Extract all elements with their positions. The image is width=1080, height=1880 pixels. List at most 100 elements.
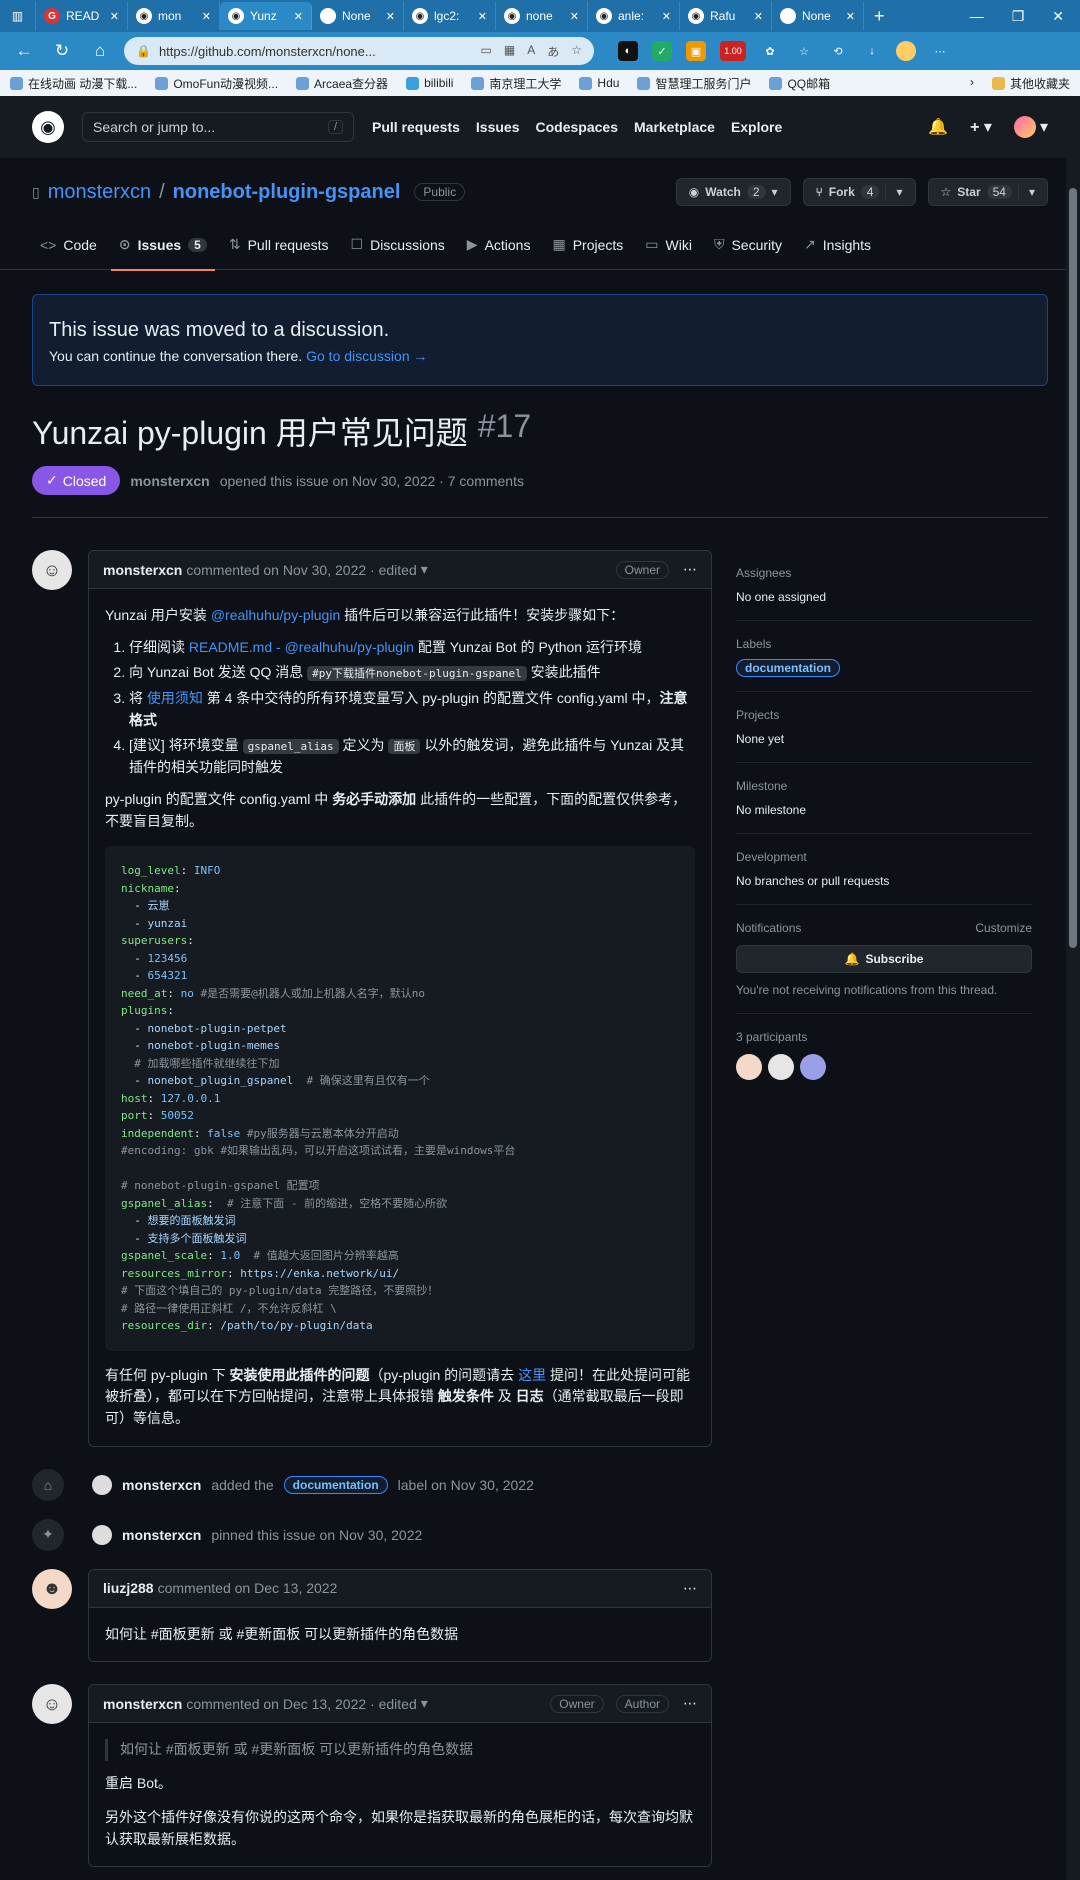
translate-icon[interactable]: あ [547,43,559,60]
avatar[interactable]: ☺ [32,550,72,590]
assignees-heading[interactable]: Assignees [736,566,1032,580]
comment-author[interactable]: monsterxcn [103,562,182,578]
label-documentation[interactable]: documentation [283,1475,388,1494]
labels-heading[interactable]: Labels [736,637,1032,651]
tab-projects[interactable]: ▦ Projects [544,220,631,270]
usage-notes-link[interactable]: 使用须知 [147,690,203,706]
bookmark[interactable]: OmoFun动漫视频... [155,75,278,92]
mention-link[interactable]: @realhuhu/py-plugin [211,607,340,623]
browser-tab[interactable]: ◉ lgc2: ✕ [404,2,496,30]
bookmark[interactable]: Hdu [579,76,619,90]
tab-insights[interactable]: ↗ Insights [796,220,879,270]
chevron-right-icon[interactable]: › [970,75,974,92]
close-icon[interactable]: ✕ [662,10,671,23]
nav-explore[interactable]: Explore [731,119,782,135]
nav-marketplace[interactable]: Marketplace [634,119,715,135]
github-logo-icon[interactable]: ◉ [32,111,64,143]
bookmark[interactable]: 智慧理工服务门户 [637,75,751,92]
event-actor[interactable]: monsterxcn [122,1477,201,1493]
bookmark[interactable]: QQ邮箱 [769,75,830,92]
browser-tab-active[interactable]: ◉ Yunz ✕ [220,2,312,30]
grid-icon[interactable]: ▦ [504,43,515,60]
development-heading[interactable]: Development [736,850,1032,864]
download-icon[interactable]: ↓ [862,41,882,61]
watch-button[interactable]: ◉ Watch 2 ▾ [675,178,791,206]
tab-pull-requests[interactable]: ⇅ Pull requests [221,220,337,270]
read-aloud-icon[interactable]: A [527,43,535,60]
search-input[interactable]: Search or jump to... / [82,112,354,142]
close-icon[interactable]: ✕ [110,10,119,23]
avatar[interactable] [800,1054,826,1080]
label-documentation[interactable]: documentation [736,659,840,677]
extensions-icon[interactable]: ✿ [760,41,780,61]
tab-wiki[interactable]: ▭ Wiki [637,220,700,270]
more-icon[interactable]: ⋯ [930,41,950,61]
close-icon[interactable]: ✕ [294,10,303,23]
bookmark-folder[interactable]: 其他收藏夹 [991,75,1070,92]
here-link[interactable]: 这里 [518,1367,546,1383]
tab-code[interactable]: <> Code [32,220,105,270]
chevron-down-icon[interactable]: ▾ [421,1695,428,1712]
bookmark[interactable]: 在线动画 动漫下载... [10,75,137,92]
extension-icon[interactable]: ▣ [686,41,706,61]
browser-tab[interactable]: ◉ mon ✕ [128,2,220,30]
user-menu[interactable]: ▾ [1013,116,1048,138]
profile-avatar[interactable] [896,41,916,61]
new-tab-icon[interactable]: + [864,6,895,27]
nav-issues[interactable]: Issues [476,119,520,135]
favorites-icon[interactable]: ☆ [794,41,814,61]
chevron-down-icon[interactable]: ▾ [1017,185,1035,199]
issue-author-link[interactable]: monsterxcn [130,473,209,489]
close-icon[interactable]: ✕ [478,10,487,23]
nav-codespaces[interactable]: Codespaces [536,119,618,135]
favorite-add-icon[interactable]: ☆ [571,43,582,60]
home-icon[interactable]: ⌂ [86,41,114,61]
tab-actions-icon[interactable]: ▥ [0,2,36,30]
repo-owner-link[interactable]: monsterxcn [48,181,151,204]
browser-tab[interactable]: ◉ Rafu ✕ [680,2,772,30]
repo-name-link[interactable]: nonebot-plugin-gspanel [173,181,401,204]
avatar[interactable] [92,1524,112,1545]
browser-tab[interactable]: ◉ none ✕ [496,2,588,30]
browser-tab[interactable]: G READ ✕ [36,2,128,30]
avatar[interactable]: ☻ [32,1568,72,1609]
app-icon[interactable]: ▭ [481,43,492,60]
minimize-icon[interactable]: — [970,8,984,25]
tab-issues[interactable]: ⊙ Issues 5 [110,220,215,271]
close-icon[interactable]: ✕ [202,10,211,23]
event-actor[interactable]: monsterxcn [122,1527,201,1543]
extension-icon[interactable]: ◐ [618,41,638,61]
bell-icon[interactable]: 🔔 [928,117,948,137]
kebab-menu-icon[interactable]: ⋯ [683,561,697,578]
extension-shield-icon[interactable]: ✓ [652,41,672,61]
chevron-down-icon[interactable]: ▾ [885,185,903,199]
avatar[interactable] [736,1054,762,1080]
back-icon[interactable]: ← [10,41,38,61]
kebab-menu-icon[interactable]: ⋯ [683,1695,697,1712]
bookmark[interactable]: bilibili [406,76,453,90]
close-icon[interactable]: ✕ [386,10,395,23]
milestone-heading[interactable]: Milestone [736,779,1032,793]
nav-pull-requests[interactable]: Pull requests [372,119,460,135]
comment-author[interactable]: monsterxcn [103,1696,182,1712]
browser-tab[interactable]: None ✕ [312,2,404,30]
bookmark[interactable]: Arcaea查分器 [296,75,388,92]
kebab-menu-icon[interactable]: ⋯ [683,1580,697,1597]
avatar[interactable] [768,1054,794,1080]
tab-discussions[interactable]: ☐ Discussions [343,220,453,270]
history-icon[interactable]: ⟲ [828,41,848,61]
readme-link[interactable]: README.md - @realhuhu/py-plugin [189,639,414,655]
subscribe-button[interactable]: 🔔 Subscribe [736,945,1032,973]
browser-tab[interactable]: ◉ anle: ✕ [588,2,680,30]
fork-button[interactable]: ⑂ Fork 4 ▾ [802,178,916,206]
avatar[interactable]: ☺ [32,1684,72,1725]
chevron-down-icon[interactable]: ▾ [421,561,428,578]
reload-icon[interactable]: ↻ [48,41,76,61]
close-icon[interactable]: ✕ [754,10,763,23]
scrollbar[interactable] [1066,158,1080,1880]
bookmark[interactable]: 南京理工大学 [471,75,561,92]
go-to-discussion-link[interactable]: Go to discussion → [306,348,427,364]
customize-link[interactable]: Customize [975,921,1032,935]
plus-icon[interactable]: + ▾ [970,117,992,137]
browser-tab[interactable]: None ✕ [772,2,864,30]
